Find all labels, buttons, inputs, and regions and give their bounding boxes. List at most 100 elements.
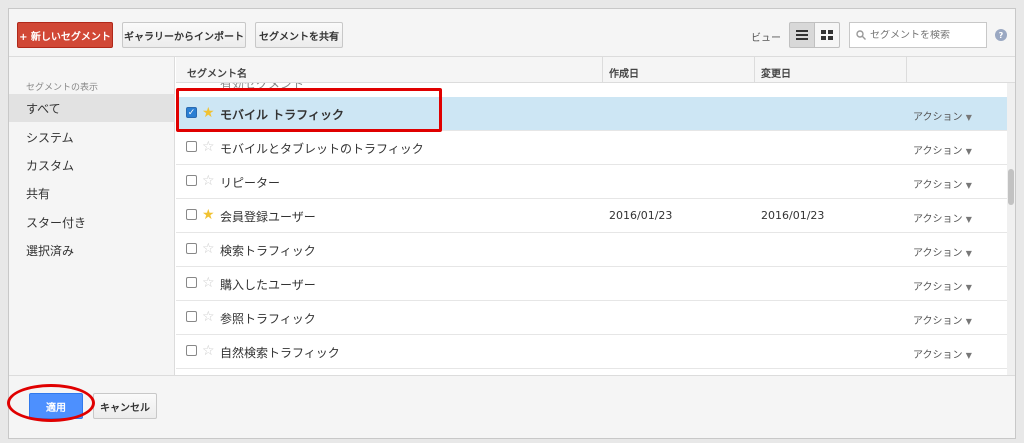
action-label: アクション	[913, 282, 963, 293]
row-action-menu[interactable]: アクション ▼	[913, 210, 972, 225]
row-checkbox[interactable]	[186, 345, 197, 356]
row-checkbox[interactable]	[186, 311, 197, 322]
row-action-menu[interactable]: アクション ▼	[913, 108, 972, 123]
sidebar-item-all[interactable]: すべて	[9, 94, 175, 122]
row-name: 検索トラフィック	[220, 244, 316, 258]
segment-search[interactable]	[849, 22, 987, 48]
sidebar-item-label: スター付き	[26, 215, 87, 230]
toolbar: + 新しいセグメント ギャラリーからインポート セグメントを共有 ビュー セグメ…	[9, 9, 1015, 57]
table-row[interactable]: ☆ 参照トラフィック アクション ▼	[176, 301, 1007, 335]
chevron-down-icon: ▼	[965, 249, 972, 258]
star-icon[interactable]: ☆	[202, 275, 215, 291]
row-name: モバイル トラフィック	[220, 108, 344, 122]
chevron-down-icon: ▼	[965, 351, 972, 360]
sidebar-item-system[interactable]: システム	[9, 123, 175, 151]
list-view-button[interactable]	[789, 22, 815, 48]
row-name: 自然検索トラフィック	[220, 346, 340, 360]
table-row[interactable]: ☆ 検索トラフィック アクション ▼	[176, 233, 1007, 267]
search-input[interactable]	[870, 29, 978, 41]
chevron-down-icon: ▼	[965, 317, 972, 326]
segment-filter-sidebar: セグメントの表示 すべて システム カスタム 共有 スター付き 選択済み	[9, 57, 175, 375]
star-icon[interactable]: ★	[202, 207, 215, 223]
table-row[interactable]: ☆ モバイルとタブレットのトラフィック アクション ▼	[176, 131, 1007, 165]
sidebar-item-label: 共有	[26, 186, 51, 201]
row-created-date: 2016/01/23	[609, 209, 673, 222]
table-row[interactable]: ★ 会員登録ユーザー 2016/01/23 2016/01/23 アクション ▼	[176, 199, 1007, 233]
row-checkbox[interactable]	[186, 277, 197, 288]
column-header-name[interactable]: セグメント名	[187, 65, 247, 80]
action-label: アクション	[913, 248, 963, 259]
chevron-down-icon: ▼	[965, 283, 972, 292]
scrollbar-thumb[interactable]	[1008, 169, 1014, 205]
action-label: アクション	[913, 350, 963, 361]
row-action-menu[interactable]: アクション ▼	[913, 176, 972, 191]
import-from-gallery-button[interactable]: ギャラリーからインポート	[122, 22, 246, 48]
star-icon[interactable]: ☆	[202, 343, 215, 359]
star-icon[interactable]: ☆	[202, 309, 215, 325]
row-action-menu[interactable]: アクション ▼	[913, 278, 972, 293]
row-checkbox[interactable]	[186, 175, 197, 186]
segment-table: セグメント名 作成日 変更日 有効セグメント ✓ ★ モバイル トラフィック アクショ…	[176, 57, 1015, 375]
column-divider	[754, 57, 755, 83]
row-action-menu[interactable]: アクション ▼	[913, 346, 972, 361]
row-name: 会員登録ユーザー	[220, 210, 316, 224]
view-label: ビュー	[751, 33, 781, 44]
column-divider	[602, 57, 603, 83]
help-icon[interactable]: ?	[995, 29, 1007, 41]
sidebar-item-label: 選択済み	[26, 243, 75, 258]
row-checkbox[interactable]	[186, 243, 197, 254]
sidebar-item-selected[interactable]: 選択済み	[9, 236, 175, 264]
action-label: アクション	[913, 112, 963, 123]
star-icon[interactable]: ☆	[202, 139, 215, 155]
row-name: 参照トラフィック	[220, 312, 316, 326]
apply-button[interactable]: 適用	[29, 393, 83, 419]
row-checkbox[interactable]	[186, 209, 197, 220]
row-changed-date: 2016/01/23	[761, 209, 825, 222]
partial-table-row: 有効セグメント	[176, 83, 1007, 97]
action-label: アクション	[913, 214, 963, 225]
action-label: アクション	[913, 146, 963, 157]
sidebar-item-shared[interactable]: 共有	[9, 179, 175, 207]
sidebar-item-label: すべて	[26, 101, 61, 116]
table-scrollbar[interactable]	[1007, 83, 1015, 375]
row-checkbox[interactable]	[186, 141, 197, 152]
row-action-menu[interactable]: アクション ▼	[913, 312, 972, 327]
table-header: セグメント名 作成日 変更日	[176, 57, 1015, 83]
star-icon[interactable]: ☆	[202, 241, 215, 257]
star-icon[interactable]: ☆	[202, 173, 215, 189]
column-divider	[906, 57, 907, 83]
action-label: アクション	[913, 180, 963, 191]
dialog-footer: 適用 キャンセル	[9, 375, 1015, 438]
sidebar-item-label: カスタム	[26, 158, 75, 173]
chevron-down-icon: ▼	[965, 215, 972, 224]
action-label: アクション	[913, 316, 963, 327]
table-row[interactable]: ☆ 自然検索トラフィック アクション ▼	[176, 335, 1007, 369]
cancel-button[interactable]: キャンセル	[93, 393, 157, 419]
sidebar-item-custom[interactable]: カスタム	[9, 151, 175, 179]
sidebar-item-starred[interactable]: スター付き	[9, 208, 175, 236]
list-view-icon	[796, 30, 808, 40]
segment-dialog: + 新しいセグメント ギャラリーからインポート セグメントを共有 ビュー セグメ…	[8, 8, 1016, 439]
table-row[interactable]: ☆ 購入したユーザー アクション ▼	[176, 267, 1007, 301]
row-action-menu[interactable]: アクション ▼	[913, 244, 972, 259]
row-name: 購入したユーザー	[220, 278, 316, 292]
row-name: リピーター	[220, 176, 281, 190]
star-icon[interactable]: ★	[202, 105, 215, 121]
row-checkbox[interactable]: ✓	[186, 107, 197, 118]
row-action-menu[interactable]: アクション ▼	[913, 142, 972, 157]
new-segment-button[interactable]: + 新しいセグメント	[17, 22, 113, 48]
grid-view-icon	[821, 30, 833, 40]
row-name: モバイルとタブレットのトラフィック	[220, 142, 424, 156]
chevron-down-icon: ▼	[965, 113, 972, 122]
chevron-down-icon: ▼	[965, 181, 972, 190]
search-icon	[856, 30, 866, 40]
table-row[interactable]: ☆ リピーター アクション ▼	[176, 165, 1007, 199]
sidebar-title: セグメントの表示	[26, 83, 99, 93]
share-segment-button[interactable]: セグメントを共有	[255, 22, 343, 48]
column-header-created[interactable]: 作成日	[609, 65, 639, 80]
grid-view-button[interactable]	[814, 22, 840, 48]
sidebar-item-label: システム	[26, 130, 74, 145]
column-header-changed[interactable]: 変更日	[761, 65, 791, 80]
row-name: 有効セグメント	[220, 83, 305, 91]
table-row[interactable]: ✓ ★ モバイル トラフィック アクション ▼	[176, 97, 1007, 131]
